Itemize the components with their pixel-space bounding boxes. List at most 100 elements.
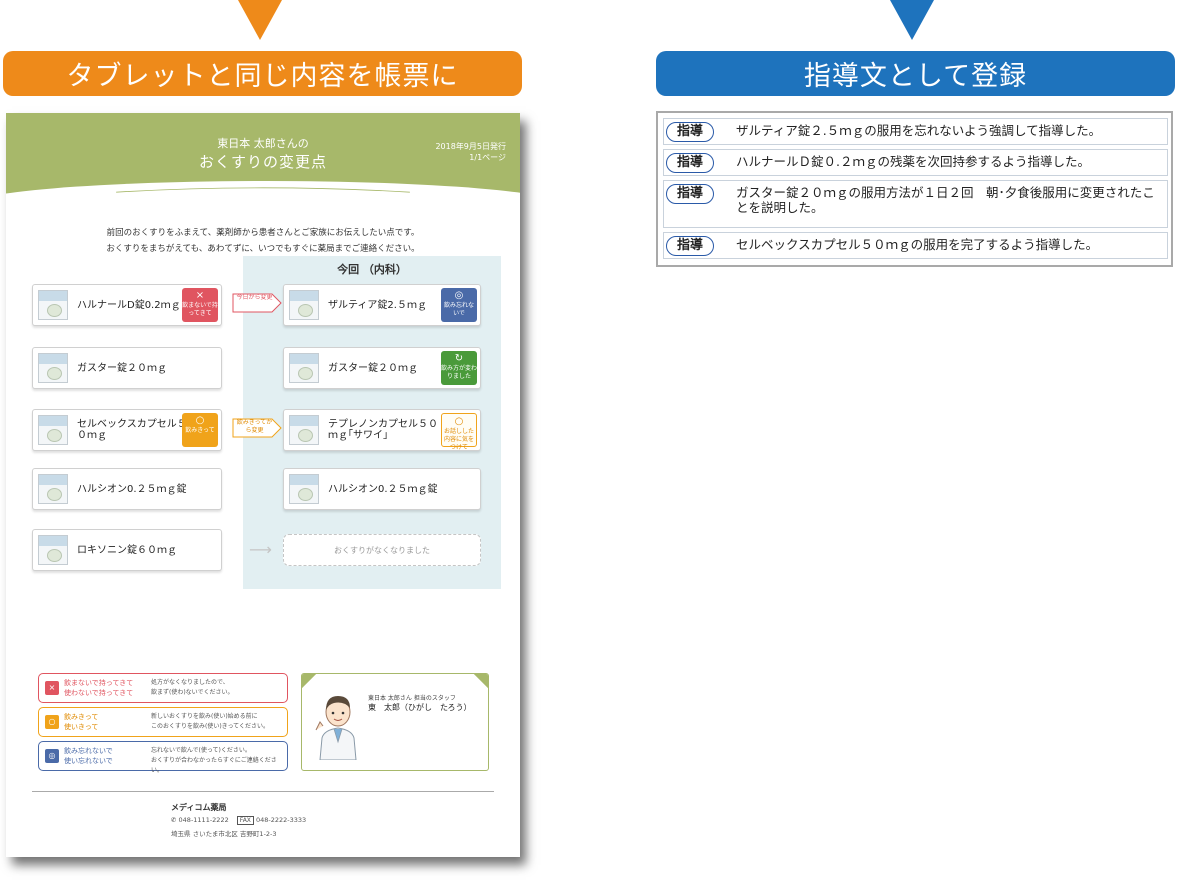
current-drug-card: テプレノンカプセル５０ｍｇ｢サワイ｣ ○ お話しした内容に気をつけて bbox=[283, 409, 481, 451]
legend-finish: ○ 飲みきって使いきって 新しいおくすりを飲み(使い)始める前にこのおくすりを飲… bbox=[38, 707, 288, 737]
legend-label-1: 飲みきって bbox=[64, 713, 99, 721]
tag-label: 飲みきって bbox=[185, 427, 215, 434]
left-banner: タブレットと同じ内容を帳票に bbox=[3, 51, 522, 96]
current-header: 今回 （内科） bbox=[337, 263, 407, 276]
drug-name: ロキソニン錠６０ｍｇ bbox=[77, 544, 177, 556]
prev-drug-card: ロキソニン錠６０ｍｇ bbox=[32, 529, 222, 571]
guidance-pill: 指導 bbox=[666, 184, 714, 204]
pharmacy-address: 埼玉県 さいたま市北区 吉野町1-2-3 bbox=[171, 830, 277, 838]
drug-name: セルベックスカプセル５０ｍｇ bbox=[77, 419, 187, 441]
tag-label: 飲み方が変わりました bbox=[441, 365, 478, 380]
tag-label: 飲まないで持ってきて bbox=[182, 302, 218, 317]
tag-finish: ○ 飲みきって bbox=[182, 413, 218, 447]
drug-thumbnail bbox=[289, 353, 319, 383]
medication-change-sheet: 東日本 太郎さんの おくすりの変更点 2018年9月5日発行 1/1ページ 前回… bbox=[6, 113, 520, 857]
legend-label-2: 使わないで持ってきて bbox=[64, 689, 134, 697]
legend-desc-2: 飲まず(使わ)ないでください。 bbox=[151, 689, 234, 696]
legend-desc-1: 忘れないで飲んで(使って)ください。 bbox=[151, 747, 251, 754]
double-circle-icon: ◎ bbox=[454, 290, 464, 301]
drug-thumbnail bbox=[38, 415, 68, 445]
guidance-row[interactable]: 指導 ハルナールＤ錠０.２ｍｇの残薬を次回持参するよう指導した。 bbox=[663, 149, 1168, 176]
pharmacy-contact: ✆ 048-1111-2222 FAX 048-2222-3333 bbox=[171, 816, 307, 825]
legend-label: 飲み忘れないで 使い忘れないで bbox=[64, 746, 149, 766]
current-drug-card: ガスター錠２０ｍｇ ↻ 飲み方が変わりました bbox=[283, 347, 481, 389]
right-arrow-icon: ⟶ bbox=[249, 540, 272, 559]
legend-label-2: 使い忘れないで bbox=[64, 757, 113, 765]
issue-date: 2018年9月5日発行 1/1ページ bbox=[435, 141, 506, 163]
circle-icon: ○ bbox=[45, 715, 59, 729]
page-number: 1/1ページ bbox=[469, 153, 506, 162]
drug-thumbnail bbox=[38, 353, 68, 383]
guidance-row[interactable]: 指導 ザルティア錠２.５ｍｇの服用を忘れないよう強調して指導した。 bbox=[663, 118, 1168, 145]
drug-thumbnail bbox=[289, 290, 319, 320]
pharmacy-fax: 048-2222-3333 bbox=[256, 816, 307, 824]
empty-slot: おくすりがなくなりました bbox=[283, 534, 481, 566]
drug-name: ハルシオン0.２５ｍｇ錠 bbox=[328, 483, 438, 495]
staff-name: 東 太郎（ひがし たろう） bbox=[368, 703, 472, 712]
pharmacy-name: メディコム薬局 bbox=[171, 803, 227, 812]
cross-icon: × bbox=[45, 681, 59, 695]
intro-line-1: 前回のおくすりをふまえて、薬剤師から患者さんとご家族にお伝えしたい点です。 bbox=[106, 228, 420, 238]
tag-do-not-forget: ◎ 飲み忘れないで bbox=[441, 288, 477, 322]
prev-drug-card: セルベックスカプセル５０ｍｇ ○ 飲みきって bbox=[32, 409, 222, 451]
guidance-row[interactable]: 指導 ガスター錠２０ｍｇの服用方法が１日２回 朝･夕食後服用に変更されたことを説… bbox=[663, 180, 1168, 228]
change-arrow-tag: 今日から変更 bbox=[232, 293, 282, 313]
circle-icon: ○ bbox=[195, 415, 205, 426]
prev-drug-card: ハルシオン0.２５ｍｇ錠 bbox=[32, 468, 222, 510]
drug-thumbnail bbox=[289, 474, 319, 504]
current-drug-card: ザルティア錠2.５ｍｇ ◎ 飲み忘れないで bbox=[283, 284, 481, 326]
drug-thumbnail bbox=[38, 290, 68, 320]
finish-arrow-tag: 飲みきってから変更 bbox=[232, 418, 282, 438]
pharmacist-illustration-icon bbox=[315, 696, 357, 760]
fax-badge: FAX bbox=[236, 816, 254, 825]
footer-divider bbox=[32, 791, 494, 792]
tag-label: 飲み忘れないで bbox=[443, 302, 474, 317]
pharmacy-tel: 048-1111-2222 bbox=[178, 816, 229, 824]
tag-label: お話しした内容に気をつけて bbox=[443, 428, 474, 451]
legend-label-1: 飲み忘れないで bbox=[64, 747, 113, 755]
legend-label-1: 飲まないで持ってきて bbox=[64, 679, 134, 687]
guidance-pill: 指導 bbox=[666, 153, 714, 173]
phone-icon: ✆ bbox=[171, 816, 177, 824]
guidance-text: ザルティア錠２.５ｍｇの服用を忘れないよう強調して指導した。 bbox=[736, 123, 1102, 138]
guidance-list: 指導 ザルティア錠２.５ｍｇの服用を忘れないよう強調して指導した。 指導 ハルナ… bbox=[656, 111, 1173, 267]
refresh-icon: ↻ bbox=[454, 353, 464, 364]
arrow-label: 今日から変更 bbox=[236, 294, 273, 301]
guidance-row[interactable]: 指導 セルベックスカプセル５０ｍｇの服用を完了するよう指導した。 bbox=[663, 232, 1168, 259]
legend-desc: 処方がなくなりましたので、 飲まず(使わ)ないでください。 bbox=[151, 678, 285, 698]
intro-text: 前回のおくすりをふまえて、薬剤師から患者さんとご家族にお伝えしたい点です。 おく… bbox=[6, 225, 520, 257]
intro-line-2: おくすりをまちがえても、あわてずに、いつでもすぐに薬局までご連絡ください。 bbox=[106, 244, 420, 254]
legend-label: 飲まないで持ってきて 使わないで持ってきて bbox=[64, 678, 149, 698]
legend-label: 飲みきって使いきって bbox=[64, 712, 149, 732]
guidance-pill: 指導 bbox=[666, 122, 714, 142]
legend-desc-1: 新しいおくすりを飲み(使い)始める前に bbox=[151, 713, 258, 720]
legend-desc-2: おくすりが合わなかったらすぐにご連絡ください。 bbox=[151, 757, 277, 774]
guidance-text: ガスター錠２０ｍｇの服用方法が１日２回 朝･夕食後服用に変更されたことを説明した… bbox=[736, 185, 1155, 215]
corner-decoration bbox=[473, 674, 488, 689]
drug-name: ザルティア錠2.５ｍｇ bbox=[328, 299, 427, 311]
legend-do-not-forget: ◎ 飲み忘れないで 使い忘れないで 忘れないで飲んで(使って)ください。 おくすりが… bbox=[38, 741, 288, 774]
issue-date-text: 2018年9月5日発行 bbox=[435, 142, 506, 151]
current-drug-card: ハルシオン0.２５ｍｇ錠 bbox=[283, 468, 481, 510]
legend-desc: 新しいおくすりを飲み(使い)始める前にこのおくすりを飲み(使い)きってください。 bbox=[151, 712, 285, 732]
staff-box: 東日本 太郎さん 担当のスタッフ 東 太郎（ひがし たろう） bbox=[301, 673, 489, 771]
drug-name: ハルナールD錠0.2ｍｇ bbox=[77, 299, 181, 311]
down-arrow-orange-icon bbox=[238, 0, 282, 40]
drug-name: ハルシオン0.２５ｍｇ錠 bbox=[77, 483, 187, 495]
drug-thumbnail bbox=[38, 535, 68, 565]
tag-dosage-changed: ↻ 飲み方が変わりました bbox=[441, 351, 477, 385]
drug-thumbnail bbox=[38, 474, 68, 504]
guidance-text: ハルナールＤ錠０.２ｍｇの残薬を次回持参するよう指導した。 bbox=[736, 154, 1090, 169]
legend-desc-2: このおくすりを飲み(使い)きってください。 bbox=[151, 723, 269, 730]
legend-label-2: 使いきって bbox=[64, 723, 99, 731]
legend-desc: 忘れないで飲んで(使って)ください。おくすりが合わなかったらすぐにご連絡ください… bbox=[151, 746, 285, 776]
drug-thumbnail bbox=[289, 415, 319, 445]
drug-name: ガスター錠２０ｍｇ bbox=[77, 362, 167, 374]
down-arrow-blue-icon bbox=[890, 0, 934, 40]
guidance-pill: 指導 bbox=[666, 236, 714, 256]
header-curve-line bbox=[116, 187, 410, 193]
guidance-text: セルベックスカプセル５０ｍｇの服用を完了するよう指導した。 bbox=[736, 237, 1099, 252]
drug-name: テプレノンカプセル５０ｍｇ｢サワイ｣ bbox=[328, 419, 438, 441]
legend-desc-1: 処方がなくなりましたので、 bbox=[151, 679, 229, 686]
tag-do-not-take: × 飲まないで持ってきて bbox=[182, 288, 218, 322]
